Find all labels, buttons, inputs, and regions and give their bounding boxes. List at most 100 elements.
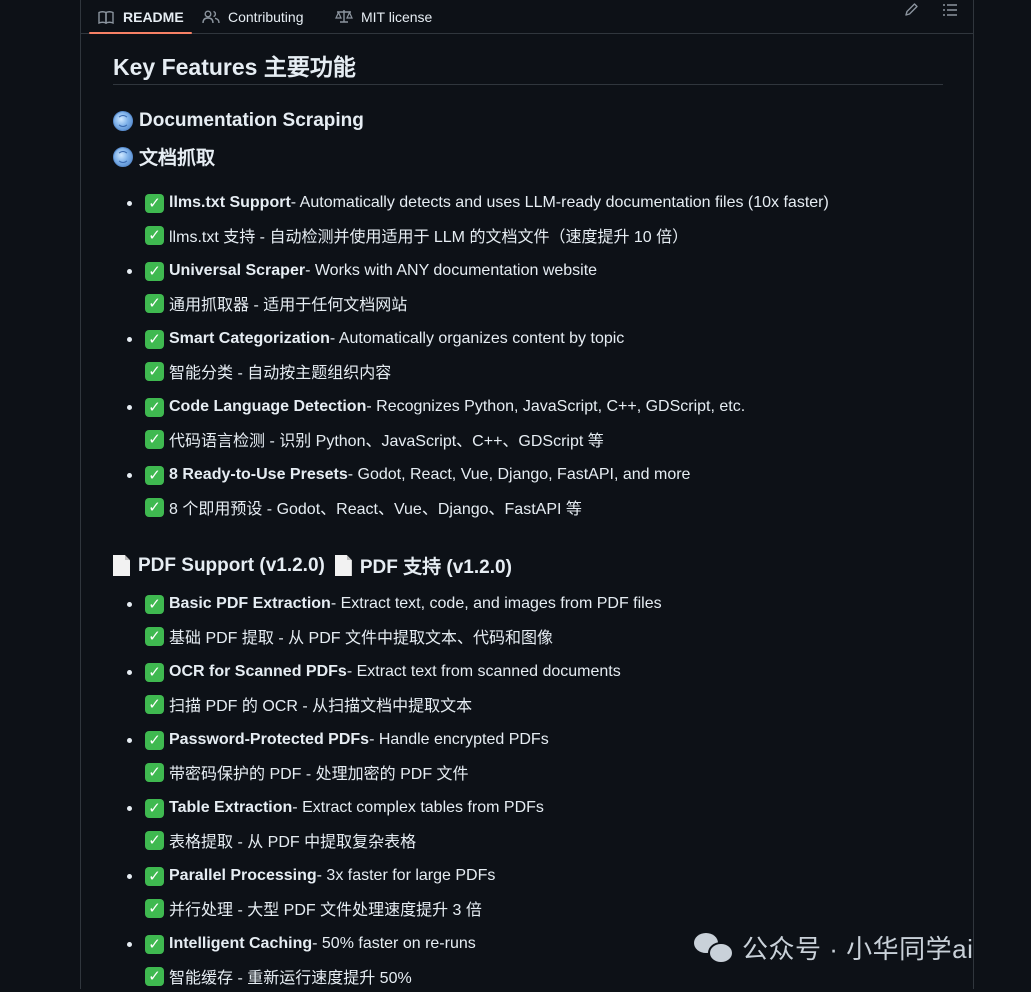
feature-zh: 通用抓取器 - 适用于任何文档网站 <box>169 297 408 314</box>
feature-name: Parallel Processing <box>169 867 317 884</box>
feature-name: llms.txt Support <box>169 194 291 211</box>
bullet <box>127 806 132 811</box>
list-item: ✓ llms.txt Support - Automatically detect… <box>113 191 943 251</box>
bullet <box>127 201 132 206</box>
list-item: ✓ Universal Scraper - Works with ANY docu… <box>113 259 943 319</box>
section-heading-scraping-en: Documentation Scraping <box>113 110 364 132</box>
check-mark-icon: ✓ <box>145 866 164 886</box>
heading-divider <box>113 84 943 85</box>
feature-name: Intelligent Caching <box>169 935 313 952</box>
globe-icon <box>113 111 133 131</box>
check-mark-icon: ✓ <box>145 934 164 954</box>
tab-contributing-label: Contributing <box>228 8 304 25</box>
tab-readme[interactable]: README <box>89 0 192 34</box>
feature-name: OCR for Scanned PDFs <box>169 663 347 680</box>
outline-button[interactable] <box>938 2 962 22</box>
feature-zh: 扫描 PDF 的 OCR - 从扫描文档中提取文本 <box>169 698 473 715</box>
law-icon <box>335 9 353 25</box>
feature-desc: - 50% faster on re-runs <box>312 935 476 952</box>
feature-desc: - Extract complex tables from PDFs <box>292 799 544 816</box>
bullet <box>127 670 132 675</box>
feature-desc: - Extract text, code, and images from PD… <box>330 595 662 612</box>
page-icon <box>113 555 130 576</box>
check-mark-icon: ✓ <box>145 497 164 517</box>
feature-zh: 带密码保护的 PDF - 处理加密的 PDF 文件 <box>169 766 469 783</box>
section-title-en: Documentation Scraping <box>139 110 364 131</box>
feature-desc: - 3x faster for large PDFs <box>316 867 496 884</box>
feature-name: Basic PDF Extraction <box>169 595 331 612</box>
feature-desc: - Recognizes Python, JavaScript, C++, GD… <box>366 398 746 415</box>
check-mark-icon: ✓ <box>145 830 164 850</box>
check-mark-icon: ✓ <box>145 261 164 281</box>
list-item: ✓ Parallel Processing - 3x faster for lar… <box>113 864 943 924</box>
bullet <box>127 473 132 478</box>
check-mark-icon: ✓ <box>145 361 164 381</box>
list-item: ✓ Code Language Detection - Recognizes Py… <box>113 395 943 455</box>
bullet <box>127 738 132 743</box>
check-mark-icon: ✓ <box>145 225 164 245</box>
check-mark-icon: ✓ <box>145 798 164 818</box>
readme-panel: README Contributing MIT license Key Feat <box>80 0 974 989</box>
feature-desc: - Automatically organizes content by top… <box>329 330 625 347</box>
list-item: ✓ Basic PDF Extraction - Extract text, co… <box>113 592 943 652</box>
check-mark-icon: ✓ <box>145 730 164 750</box>
check-mark-icon: ✓ <box>145 594 164 614</box>
bullet <box>127 337 132 342</box>
feature-name: Smart Categorization <box>169 330 330 347</box>
feature-zh: 并行处理 - 大型 PDF 文件处理速度提升 3 倍 <box>169 902 482 919</box>
feature-zh: 代码语言检测 - 识别 Python、JavaScript、C++、GDScri… <box>169 433 604 450</box>
feature-name: Password-Protected PDFs <box>169 731 370 748</box>
readme-tabbar: README Contributing MIT license <box>81 0 973 34</box>
bullet <box>127 602 132 607</box>
wechat-icon <box>694 930 734 964</box>
feature-zh: 8 个即用预设 - Godot、React、Vue、Django、FastAPI… <box>169 501 582 518</box>
check-mark-icon: ✓ <box>145 397 164 417</box>
feature-name: 8 Ready-to-Use Presets <box>169 466 348 483</box>
pencil-icon <box>903 2 919 23</box>
page-icon <box>334 555 352 576</box>
check-mark-icon: ✓ <box>145 465 164 485</box>
book-icon <box>97 9 115 25</box>
check-mark-icon: ✓ <box>145 898 164 918</box>
check-mark-icon: ✓ <box>145 966 164 986</box>
feature-name: Universal Scraper <box>169 262 306 279</box>
edit-readme-button[interactable] <box>899 2 923 22</box>
feature-name: Table Extraction <box>169 799 293 816</box>
tab-readme-label: README <box>123 8 184 25</box>
check-mark-icon: ✓ <box>145 662 164 682</box>
section-title-pdf-en: PDF Support (v1.2.0) <box>138 554 325 576</box>
list-item: ✓ Table Extraction - Extract complex tabl… <box>113 796 943 856</box>
feature-zh: 智能缓存 - 重新运行速度提升 50% <box>169 970 412 987</box>
feature-desc: - Automatically detects and uses LLM-rea… <box>290 194 829 211</box>
section-heading-pdf: PDF Support (v1.2.0) PDF 支持 (v1.2.0) <box>113 552 512 579</box>
feature-zh: 智能分类 - 自动按主题组织内容 <box>169 365 392 382</box>
section-title-zh: 文档抓取 <box>139 148 216 169</box>
page-title: Key Features 主要功能 <box>113 54 356 80</box>
list-unordered-icon <box>942 3 958 22</box>
check-mark-icon: ✓ <box>145 293 164 313</box>
check-mark-icon: ✓ <box>145 329 164 349</box>
bullet <box>127 874 132 879</box>
people-icon <box>202 9 220 25</box>
feature-desc: - Extract text from scanned documents <box>346 663 621 680</box>
check-mark-icon: ✓ <box>145 762 164 782</box>
section-title-pdf-zh: PDF 支持 (v1.2.0) <box>359 557 512 578</box>
watermark: 公众号 · 小华同学ai <box>694 925 973 969</box>
section-heading-scraping-zh: 文档抓取 <box>113 143 215 170</box>
feature-desc: - Works with ANY documentation website <box>305 262 598 279</box>
feature-zh: 基础 PDF 提取 - 从 PDF 文件中提取文本、代码和图像 <box>169 630 554 647</box>
list-item: ✓ OCR for Scanned PDFs - Extract text fro… <box>113 660 943 720</box>
feature-desc: - Godot, React, Vue, Django, FastAPI, an… <box>347 466 691 483</box>
bullet <box>127 269 132 274</box>
check-mark-icon: ✓ <box>145 694 164 714</box>
tab-contributing[interactable]: Contributing <box>202 0 304 33</box>
feature-name: Code Language Detection <box>169 398 367 415</box>
tab-mit-license[interactable]: MIT license <box>335 0 432 33</box>
check-mark-icon: ✓ <box>145 429 164 449</box>
check-mark-icon: ✓ <box>145 193 164 213</box>
bullet <box>127 942 132 947</box>
watermark-text: 公众号 · 小华同学ai <box>742 933 974 964</box>
bullet <box>127 405 132 410</box>
list-item: ✓ 8 Ready-to-Use Presets - Godot, React, … <box>113 463 943 523</box>
check-mark-icon: ✓ <box>145 626 164 646</box>
